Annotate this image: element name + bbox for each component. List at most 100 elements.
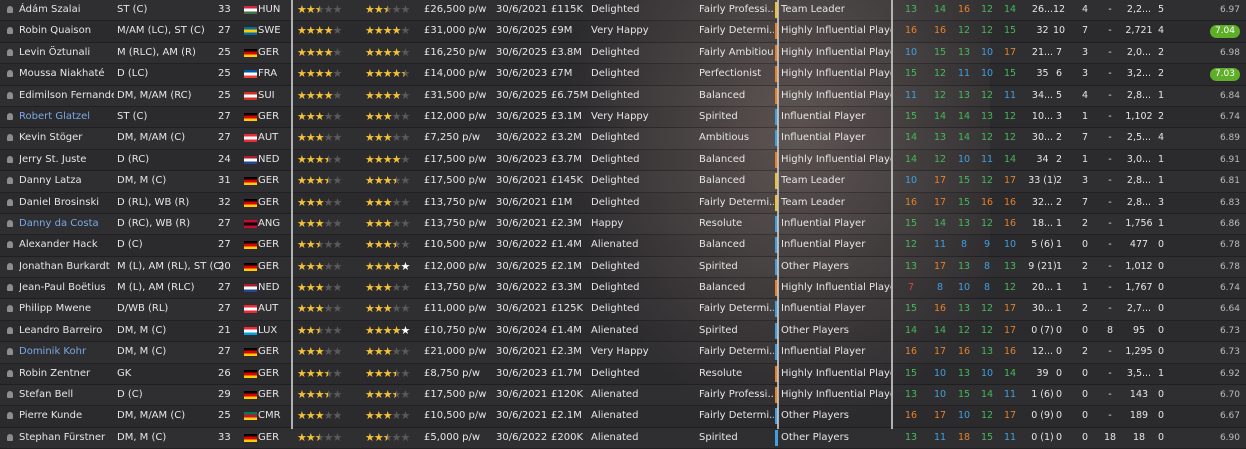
player-age: 27 [218,110,231,122]
player-personality: Fairly Determi... [699,346,774,358]
player-row[interactable]: Jean-Paul Boëtius M (L), AM (RLC) 27 NED ★★★… [0,278,1246,300]
contract-expires: 30/6/2024 [496,324,548,336]
player-row[interactable]: Edimilson Fernandes DM, M/AM (RC) 25 SUI ★★★… [0,86,1246,107]
player-personality: Spirited [699,431,738,443]
stat-value: 13 [957,367,971,379]
average-rating: 6.91 [1202,150,1240,170]
player-personality: Spirited [699,324,738,336]
player-row[interactable]: Robin Quaison M/AM (LC), ST (C) 27 SWE ★★★★★… [0,21,1246,43]
player-row[interactable]: Dominik Kohr DM, M (C) 27 GER ★★★★★ ★★★★★ £21,… [0,342,1246,364]
player-name-link[interactable]: Daniel Brosinski [19,193,114,213]
stat-value: 8 [960,239,968,251]
player-name-link[interactable]: Ádám Szalai [19,0,114,20]
player-name-link[interactable]: Kevin Stöger [19,128,114,148]
stat-value: 1,012 [1125,260,1153,272]
average-rating: 6.84 [1202,86,1240,106]
player-row[interactable]: Robin Zentner GK 26 GER ★★★★★ ★★★★★ £8,750 p/w… [0,364,1246,386]
potential-ability-stars: ★★★★★ [365,67,410,81]
average-rating: 6.70 [1202,385,1240,405]
player-row[interactable]: Philipp Mwene D/WB (RL) 27 AUT ★★★★★ ★★★★★ £11… [0,299,1246,321]
player-row[interactable]: Stephan Fürstner DM, M (C) 33 GER ★★★★★ ★★★★★… [0,428,1246,449]
rating-value: 6.91 [1219,154,1240,165]
player-row[interactable]: Pierre Kunde DM, M/AM (C) 25 CMR ★★★★★ ★★★★★ £… [0,406,1246,428]
stat-value: 10 [904,175,918,187]
stat-value: 7 [907,282,915,294]
player-name-link[interactable]: Levin Öztunali [19,43,114,63]
player-name-link[interactable]: Stefan Bell [19,385,114,405]
player-row[interactable]: Jerry St. Juste D (RC) 24 NED ★★★★★ ★★★★★ £17,… [0,150,1246,172]
potential-ability-stars: ★★★★★ [365,345,410,359]
stat-value: 1 [1081,282,1089,294]
stat-value: 14 [904,153,918,165]
nation-flag-icon [244,128,258,148]
player-status-icon [7,299,17,319]
stat-value: 11 [957,68,971,80]
rating-value: 6.70 [1219,390,1240,401]
squad-status: Influential Player [781,132,866,144]
player-age: 26 [218,367,231,379]
stat-value: 13 [957,260,971,272]
player-row[interactable]: Robert Glatzel ST (C) 27 GER ★★★★★ ★★★★★ £12,0… [0,107,1246,129]
average-rating: 6.73 [1202,321,1240,341]
current-ability-stars: ★★★★★ [297,259,342,273]
player-name-link[interactable]: Jonathan Burkardt [19,257,114,277]
stat-value: 13 [957,89,971,101]
player-row[interactable]: Stefan Bell D (C) 29 GER ★★★★★ ★★★★★ £17,500 p… [0,385,1246,407]
stat-value: 12 [1003,282,1017,294]
player-position: DM, M/AM (RC) [117,89,192,101]
player-row[interactable]: Moussa Niakhaté D (LC) 25 FRA ★★★★★ ★★★★★ £14,… [0,64,1246,86]
player-position: D (LC) [117,68,149,80]
stat-value: 18 [957,431,971,443]
stat-value: 17 [1003,46,1017,58]
stat-value: 8 [983,282,991,294]
player-morale: Delighted [591,68,640,80]
stat-value: 3,5... [1126,367,1152,379]
player-personality: Fairly Determi... [699,303,774,315]
player-row[interactable]: Leandro Barreiro DM, M (C) 21 LUX ★★★★★ ★★★★★… [0,321,1246,343]
stat-value: 1 [1081,110,1089,122]
stat-value: 0 [1055,410,1063,422]
player-status-icon [7,171,17,191]
player-name-link[interactable]: Jerry St. Juste [19,150,114,170]
stat-value: 5 [1157,4,1165,15]
player-name-link[interactable]: Stephan Fürstner [19,428,114,448]
stat-value: 15 [957,389,971,401]
current-ability-stars: ★★★★★ [297,3,342,16]
stat-value: 12 [980,303,994,315]
player-status-icon [7,214,17,234]
squad-status: Highly Influential Player [781,89,891,101]
stat-value: 1 [1055,239,1063,251]
player-nationality: NED [258,153,280,165]
stat-value: - [1108,196,1112,208]
player-name-link[interactable]: Philipp Mwene [19,299,114,319]
player-row[interactable]: Jonathan Burkardt M (L), AM (RL), ST (C) 2… [0,257,1246,279]
player-name-link[interactable]: Moussa Niakhaté [19,64,114,84]
player-name-link[interactable]: Danny Latza [19,171,114,191]
stat-value: - [1108,260,1112,272]
player-name-link[interactable]: Alexander Hack [19,235,114,255]
player-row[interactable]: Danny Latza DM, M (C) 31 GER ★★★★★ ★★★★★ £17,5… [0,171,1246,193]
current-ability-stars: ★★★★★ [297,24,342,38]
player-wage: £16,250 p/w [424,46,487,58]
player-name-link[interactable]: Dominik Kohr [19,342,114,362]
player-name-link[interactable]: Robin Zentner [19,364,114,384]
stat-value: 4 [1081,89,1089,101]
player-row[interactable]: Kevin Stöger DM, M/AM (C) 27 AUT ★★★★★ ★★★★★ £… [0,128,1246,150]
player-name-link[interactable]: Robin Quaison [19,21,114,41]
player-name-link[interactable]: Jean-Paul Boëtius [19,278,114,298]
player-row[interactable]: Alexander Hack D (C) 27 GER ★★★★★ ★★★★★ £10,50… [0,235,1246,257]
player-row[interactable]: Daniel Brosinski D (RL), WB (R) 32 GER ★★★★★… [0,193,1246,214]
player-age: 20 [218,260,231,272]
player-name-link[interactable]: Robert Glatzel [19,107,114,127]
player-name-link[interactable]: Danny da Costa [19,214,114,234]
player-row[interactable]: Ádám Szalai ST (C) 33 HUN ★★★★★ ★★★★★ £26,500 … [0,0,1246,22]
player-name-link[interactable]: Edimilson Fernandes [19,86,114,106]
stat-value: 1 [1157,89,1165,101]
player-personality: Balanced [699,282,746,294]
player-name-link[interactable]: Leandro Barreiro [19,321,114,341]
player-row[interactable]: Levin Öztunali M (RLC), AM (R) 25 GER ★★★★★ ★… [0,43,1246,65]
stat-value: - [1108,46,1112,58]
stat-value: 3 [1055,110,1063,122]
player-name-link[interactable]: Pierre Kunde [19,406,114,426]
player-row[interactable]: Danny da Costa D (RC), WB (R) 27 ANG ★★★★★ ★★… [0,214,1246,236]
